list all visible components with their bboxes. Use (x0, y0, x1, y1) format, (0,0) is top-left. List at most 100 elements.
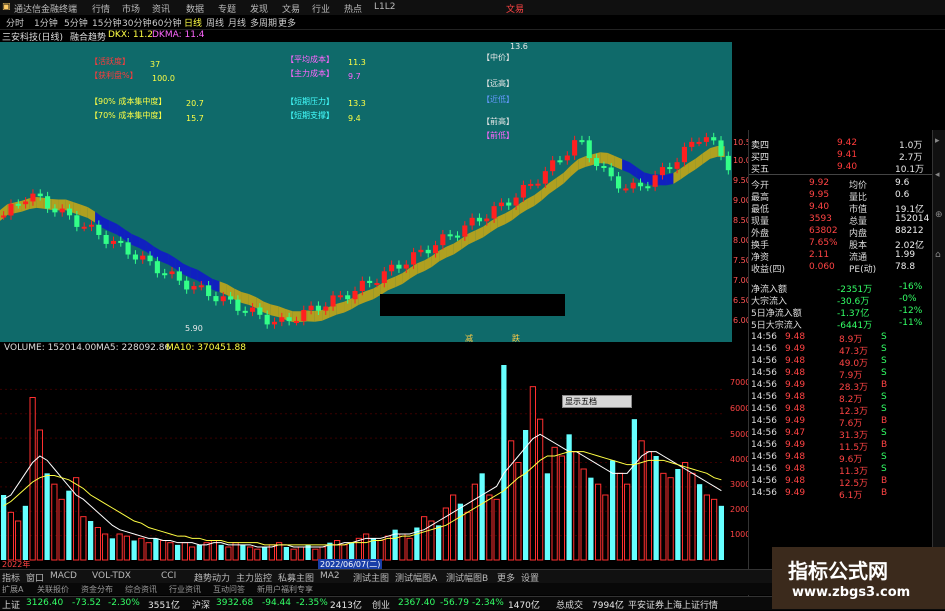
menu-shuju[interactable]: 数据 (186, 2, 204, 15)
volume-bar (94, 527, 101, 561)
trend-ribbon-segment (336, 301, 345, 315)
menu-hangye[interactable]: 行业 (312, 2, 330, 15)
sub-tab[interactable]: 互动问答 (213, 584, 245, 595)
volume-bar (573, 451, 580, 561)
tab-15min[interactable]: 15分钟 (92, 16, 121, 29)
menu-shichang[interactable]: 市场 (122, 2, 140, 15)
tick-time: 14:56 (751, 440, 777, 450)
tab-more[interactable]: 更多 (278, 16, 296, 29)
tab-60min[interactable]: 60分钟 (152, 16, 181, 29)
candle-body (667, 167, 673, 170)
volume-bar (675, 469, 681, 560)
volume-bar (80, 516, 87, 561)
candle-body (286, 317, 292, 322)
volume-bar (102, 533, 109, 561)
candle-body (550, 160, 556, 172)
madkx-value: DKMA: 11.4 (152, 30, 205, 40)
sidebar-tool-icon[interactable]: ▸ (935, 136, 940, 146)
tab-30min[interactable]: 30分钟 (122, 16, 151, 29)
sidebar-tool-icon[interactable]: ⌂ (935, 250, 941, 260)
sh-pct: -2.30% (108, 598, 140, 608)
volume-bar (529, 386, 536, 561)
menu-hangqing[interactable]: 行情 (92, 2, 110, 15)
candle-body (279, 317, 285, 322)
volume-chart[interactable] (0, 355, 748, 568)
sub-tab[interactable]: 综合资讯 (125, 584, 157, 595)
flow-pct-1: -0% (899, 294, 917, 304)
candle-body (45, 196, 51, 209)
trade-button[interactable]: 文易 (506, 2, 524, 15)
candle-body (59, 208, 65, 213)
menu-wenyi[interactable]: 文易 (282, 2, 300, 15)
menu-redian[interactable]: 热点 (344, 2, 362, 15)
stat-k1-7: 收益(四) (751, 265, 786, 275)
candle-body (154, 261, 160, 274)
candle-body (206, 285, 212, 297)
indicator-tab[interactable]: MACD (50, 571, 77, 581)
stat-v1-0: 9.92 (809, 178, 830, 188)
tick-price: 9.49 (785, 380, 806, 390)
volume-bar (624, 483, 631, 561)
cy-label: 创业 (372, 601, 391, 611)
volume-value: VOLUME: 152014.00 (4, 343, 97, 353)
tick-side: B (881, 440, 888, 450)
volume-bar (283, 547, 289, 560)
candle-body (220, 296, 226, 302)
sz-label: 沪深 (192, 601, 211, 611)
trend-ribbon-segment (622, 159, 630, 173)
volume-bar (240, 544, 246, 560)
indicator-tab[interactable]: MA2 (320, 571, 340, 581)
tab-fenshi[interactable]: 分时 (6, 16, 24, 29)
sub-tab[interactable]: 资金分布 (81, 584, 113, 595)
candle-body (491, 206, 497, 219)
menu-l1l2[interactable]: L1L2 (374, 2, 395, 12)
tab-multi[interactable]: 多周期 (250, 16, 277, 29)
sidebar-tool-icon[interactable]: ⊕ (935, 210, 943, 220)
tick-side: B (881, 476, 888, 486)
sub-tab[interactable]: 行业资讯 (169, 584, 201, 595)
trend-ribbon-segment (417, 260, 425, 275)
trend-ribbon-segment (139, 237, 147, 252)
cy-value: 2367.40 (398, 598, 436, 608)
menu-zixun[interactable]: 资讯 (152, 2, 170, 15)
candle-body (689, 141, 695, 147)
tick-side: S (881, 368, 887, 378)
indicator-tab[interactable]: CCI (161, 571, 176, 581)
volume-bar (436, 525, 442, 560)
tab-weekly[interactable]: 周线 (206, 16, 224, 29)
sub-tab[interactable]: 关联报价 (37, 584, 69, 595)
tab-1min[interactable]: 1分钟 (34, 16, 58, 29)
tab-daily[interactable]: 日线 (184, 16, 202, 29)
stat-v2-1: 0.6 (895, 190, 910, 200)
redaction-box (380, 294, 565, 316)
candle-body (374, 282, 380, 285)
stat-v1-2: 9.40 (809, 202, 830, 212)
five-level-tooltip[interactable]: 显示五档 (562, 395, 632, 408)
volume-bar (610, 460, 616, 560)
tick-side: B (881, 488, 888, 498)
volume-bar (631, 419, 637, 560)
trend-ribbon-segment (183, 263, 191, 278)
volume-bar (588, 477, 594, 560)
volume-bar (653, 456, 659, 560)
tick-side: S (881, 332, 887, 342)
tick-price: 9.49 (785, 344, 806, 354)
menu-faxian[interactable]: 发现 (250, 2, 268, 15)
sidebar-tool-icon[interactable]: ◂ (935, 170, 940, 180)
menu-zhuanti[interactable]: 专题 (218, 2, 236, 15)
trend-ribbon-segment (424, 255, 432, 272)
indicator-tab[interactable]: VOL-TDX (92, 571, 131, 581)
sub-tab[interactable]: 扩展A (2, 584, 23, 595)
volume-bar (602, 494, 609, 561)
trend-ribbon-segment (688, 158, 696, 175)
candle-body (462, 225, 468, 237)
sub-tab[interactable]: 新用户福利专享 (257, 584, 313, 595)
volume-bar (36, 429, 43, 561)
candle-body (323, 306, 329, 311)
right-sidebar: ▸ ◂ ⊕ ⌂ (932, 130, 945, 596)
tab-monthly[interactable]: 月线 (228, 16, 246, 29)
candle-body (637, 182, 644, 187)
tab-5min[interactable]: 5分钟 (64, 16, 88, 29)
candle-body (535, 183, 541, 186)
volume-bar (689, 472, 696, 561)
